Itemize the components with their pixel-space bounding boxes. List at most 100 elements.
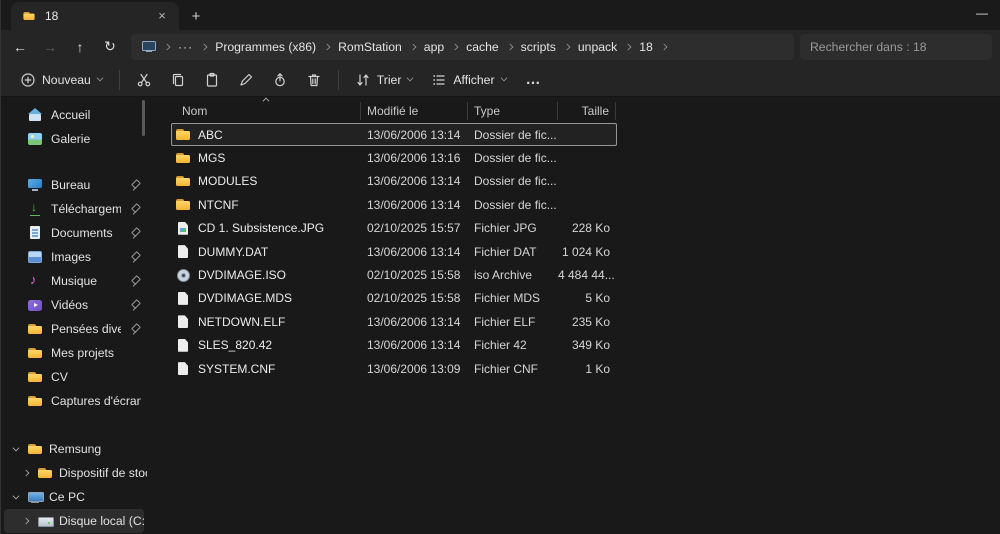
cut-button[interactable] bbox=[127, 66, 161, 94]
sidebar-item[interactable]: Images bbox=[1, 245, 147, 269]
sidebar-item[interactable]: Bureau bbox=[1, 173, 147, 197]
file-size: 1 024 Ko bbox=[558, 245, 616, 259]
chevron-down-icon bbox=[500, 75, 507, 82]
paste-button[interactable] bbox=[195, 66, 229, 94]
share-icon bbox=[272, 72, 288, 88]
file-name: DUMMY.DAT bbox=[198, 245, 268, 259]
breadcrumb-label[interactable]: RomStation bbox=[338, 40, 402, 54]
table-row[interactable]: DVDIMAGE.ISO 02/10/2025 15:58 iso Archiv… bbox=[171, 263, 617, 286]
chevron-right-icon bbox=[201, 43, 208, 50]
pc-icon bbox=[27, 489, 43, 505]
table-row[interactable]: MGS 13/06/2006 13:16 Dossier de fic... bbox=[171, 146, 617, 169]
breadcrumb-item[interactable]: 18 bbox=[625, 40, 653, 54]
file-name-cell: NTCNF bbox=[171, 197, 361, 213]
table-row[interactable]: NTCNF 13/06/2006 13:14 Dossier de fic... bbox=[171, 193, 617, 216]
rename-button[interactable] bbox=[229, 66, 263, 94]
breadcrumb-item[interactable]: Programmes (x86) bbox=[201, 40, 316, 54]
address-bar[interactable]: ··· Programmes (x86) RomStation app cach… bbox=[131, 34, 794, 60]
file-name-cell: SYSTEM.CNF bbox=[171, 361, 361, 377]
folder-icon bbox=[37, 465, 53, 481]
sidebar-item[interactable]: Captures d'écran bbox=[1, 389, 147, 413]
tab-close-icon[interactable]: × bbox=[153, 7, 171, 25]
table-row[interactable]: SYSTEM.CNF 13/06/2006 13:09 Fichier CNF … bbox=[171, 357, 617, 380]
breadcrumb-overflow[interactable]: ··· bbox=[178, 40, 193, 54]
sidebar-item[interactable]: Accueil bbox=[1, 103, 147, 127]
file-size: 349 Ko bbox=[558, 338, 616, 352]
folder-icon bbox=[27, 369, 43, 385]
folder-icon bbox=[175, 150, 191, 166]
back-button[interactable]: ← bbox=[5, 34, 35, 60]
new-tab-button[interactable]: + bbox=[183, 4, 209, 28]
file-modified: 13/06/2006 13:14 bbox=[361, 174, 468, 188]
search-input[interactable]: Rechercher dans : 18 bbox=[800, 34, 992, 60]
folder-icon bbox=[23, 10, 36, 23]
breadcrumb-item[interactable]: scripts bbox=[507, 40, 556, 54]
share-button[interactable] bbox=[263, 66, 297, 94]
sidebar-tree-item[interactable]: Remsung bbox=[1, 437, 147, 461]
sidebar-item[interactable]: Mes projets bbox=[1, 341, 147, 365]
table-row[interactable]: NETDOWN.ELF 13/06/2006 13:14 Fichier ELF… bbox=[171, 310, 617, 333]
expand-chevron-icon[interactable] bbox=[23, 518, 30, 525]
sidebar-tree-item[interactable]: Ce PC bbox=[1, 485, 147, 509]
breadcrumb-label[interactable]: unpack bbox=[578, 40, 617, 54]
breadcrumb-label[interactable]: scripts bbox=[521, 40, 556, 54]
sidebar-quick-list: Accueil Galerie Bureau Téléchargements D… bbox=[1, 103, 147, 413]
column-header-modifie-le[interactable]: Modifié le bbox=[361, 102, 468, 120]
sidebar-item[interactable]: Téléchargements bbox=[1, 197, 147, 221]
forward-button[interactable]: → bbox=[35, 34, 65, 60]
column-header-nom[interactable]: Nom bbox=[171, 102, 361, 120]
sidebar-item[interactable]: CV bbox=[1, 365, 147, 389]
file-modified: 13/06/2006 13:14 bbox=[361, 198, 468, 212]
delete-button[interactable] bbox=[297, 66, 331, 94]
breadcrumb-label[interactable]: 18 bbox=[639, 40, 653, 54]
sidebar-item-label: Disque local (C:) bbox=[59, 514, 144, 528]
table-row[interactable]: DVDIMAGE.MDS 02/10/2025 15:58 Fichier MD… bbox=[171, 287, 617, 310]
sidebar-tree-item[interactable]: Disque local (C:) bbox=[4, 509, 144, 533]
breadcrumb-item[interactable]: app bbox=[410, 40, 444, 54]
column-header-taille[interactable]: Taille bbox=[558, 102, 616, 120]
command-bar: Nouveau Trier Afficher bbox=[1, 63, 1000, 97]
sidebar-item[interactable]: Galerie bbox=[1, 127, 147, 151]
pin-icon bbox=[129, 323, 141, 336]
breadcrumb-item[interactable]: RomStation bbox=[324, 40, 402, 54]
up-button[interactable]: ↑ bbox=[65, 34, 95, 60]
breadcrumb-label[interactable]: Programmes (x86) bbox=[215, 40, 316, 54]
view-button-label: Afficher bbox=[453, 73, 494, 87]
table-row[interactable]: CD 1. Subsistence.JPG 02/10/2025 15:57 F… bbox=[171, 217, 617, 240]
breadcrumb-label[interactable]: cache bbox=[466, 40, 499, 54]
file-size: 228 Ko bbox=[558, 221, 616, 235]
expand-chevron-icon[interactable] bbox=[13, 444, 20, 451]
chevron-right-icon bbox=[506, 43, 513, 50]
breadcrumb-item[interactable]: unpack bbox=[564, 40, 617, 54]
home-icon bbox=[27, 107, 43, 123]
expand-chevron-icon[interactable] bbox=[23, 470, 30, 477]
breadcrumb-item[interactable]: cache bbox=[452, 40, 499, 54]
expand-chevron-icon[interactable] bbox=[13, 492, 20, 499]
table-row[interactable]: ABC 13/06/2006 13:14 Dossier de fic... bbox=[171, 123, 617, 146]
explorer-tab[interactable]: 18 × bbox=[11, 2, 179, 30]
file-type: Fichier CNF bbox=[468, 362, 558, 376]
sidebar-tree-item[interactable]: Dispositif de stocka bbox=[1, 461, 147, 485]
breadcrumb-label[interactable]: app bbox=[424, 40, 444, 54]
disc-icon bbox=[175, 267, 191, 283]
chevron-down-icon bbox=[96, 75, 103, 82]
minimize-button[interactable]: — bbox=[976, 6, 988, 20]
refresh-button[interactable]: ↻ bbox=[95, 34, 125, 60]
table-row[interactable]: DUMMY.DAT 13/06/2006 13:14 Fichier DAT 1… bbox=[171, 240, 617, 263]
file-type: Fichier DAT bbox=[468, 245, 558, 259]
view-button[interactable]: Afficher bbox=[422, 66, 515, 94]
sidebar-scrollbar[interactable] bbox=[142, 100, 145, 136]
sort-button[interactable]: Trier bbox=[346, 66, 423, 94]
more-options-button[interactable]: … bbox=[516, 71, 552, 88]
column-header-type[interactable]: Type bbox=[468, 102, 558, 120]
new-button[interactable]: Nouveau bbox=[11, 66, 112, 94]
sidebar-item[interactable]: Pensées diverses bbox=[1, 317, 147, 341]
table-row[interactable]: MODULES 13/06/2006 13:14 Dossier de fic.… bbox=[171, 170, 617, 193]
sidebar-item[interactable]: Musique bbox=[1, 269, 147, 293]
sidebar-item[interactable]: Documents bbox=[1, 221, 147, 245]
copy-button[interactable] bbox=[161, 66, 195, 94]
sidebar-item[interactable]: Vidéos bbox=[1, 293, 147, 317]
pin-icon bbox=[129, 299, 141, 312]
file-name-cell: DVDIMAGE.ISO bbox=[171, 267, 361, 283]
table-row[interactable]: SLES_820.42 13/06/2006 13:14 Fichier 42 … bbox=[171, 334, 617, 357]
